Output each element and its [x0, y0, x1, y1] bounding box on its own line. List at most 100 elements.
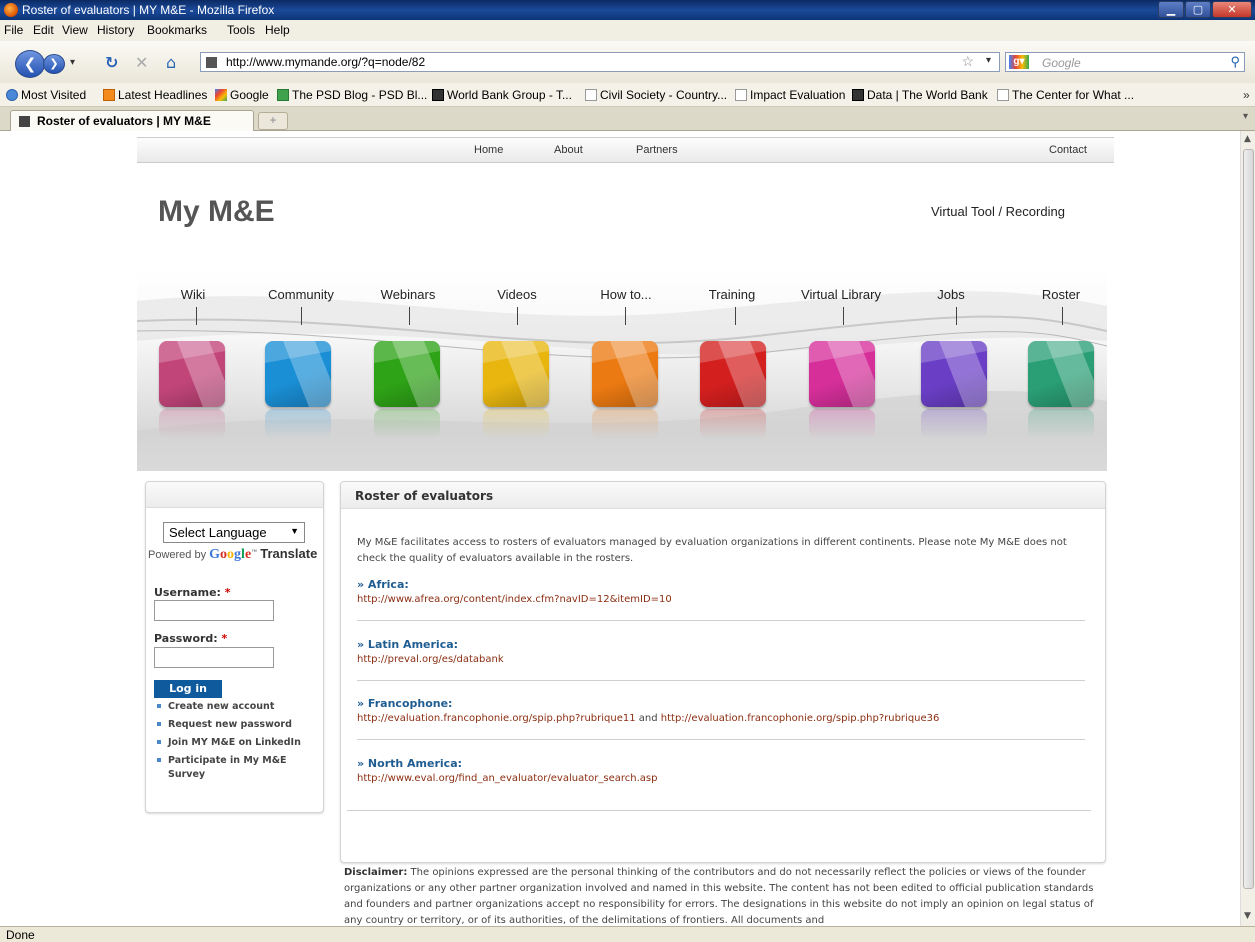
nav-contact-link[interactable]: Contact: [1049, 144, 1087, 156]
menu-file[interactable]: File: [4, 23, 23, 37]
menu-history[interactable]: History: [97, 23, 134, 37]
connector-line: [409, 307, 410, 325]
address-bar[interactable]: http://www.mymande.org/?q=node/82 ☆ ▾: [200, 52, 1000, 72]
region-link[interactable]: http://www.eval.org/find_an_evaluator/ev…: [357, 773, 1085, 784]
language-select[interactable]: Select Language ▼: [163, 522, 305, 543]
status-text: Done: [6, 928, 35, 942]
username-input[interactable]: [154, 600, 274, 621]
menu-edit[interactable]: Edit: [33, 23, 54, 37]
linkedin-link[interactable]: Join MY M&E on LinkedIn: [157, 736, 318, 750]
powered-by-label: Powered by: [148, 549, 207, 561]
google-search-engine-icon[interactable]: g▾: [1009, 55, 1029, 69]
wiki-cube-icon[interactable]: [159, 341, 225, 407]
nav-partners-link[interactable]: Partners: [636, 144, 678, 156]
category-videos-label[interactable]: Videos: [462, 287, 572, 302]
bookmark-data-world-bank[interactable]: Data | The World Bank: [852, 88, 988, 102]
nav-home-link[interactable]: Home: [474, 144, 503, 156]
region-link[interactable]: http://www.afrea.org/content/index.cfm?n…: [357, 594, 1085, 605]
tab-list-icon[interactable]: ▾: [1243, 111, 1248, 122]
connector-line: [301, 307, 302, 325]
menu-help[interactable]: Help: [265, 23, 290, 37]
bullet-icon: [157, 740, 161, 744]
create-account-link[interactable]: Create new account: [157, 700, 318, 714]
tab-favicon-icon: [19, 116, 30, 127]
bookmark-civil-society[interactable]: Civil Society - Country...: [585, 88, 727, 102]
menu-tools[interactable]: Tools: [227, 23, 255, 37]
bookmark-google[interactable]: Google: [215, 88, 269, 102]
menu-view[interactable]: View: [62, 23, 88, 37]
nav-about-link[interactable]: About: [554, 144, 583, 156]
connector-line: [196, 307, 197, 325]
category-community-label[interactable]: Community: [246, 287, 356, 302]
howto-cube-icon[interactable]: [592, 341, 658, 407]
close-window-button[interactable]: ✕: [1212, 1, 1252, 18]
category-training-label[interactable]: Training: [677, 287, 787, 302]
bookmark-star-icon[interactable]: ☆: [961, 53, 974, 70]
magnifier-icon: [6, 89, 18, 101]
reload-icon[interactable]: ↻: [105, 53, 118, 72]
bookmark-impact-evaluation[interactable]: Impact Evaluation: [735, 88, 845, 102]
password-input[interactable]: [154, 647, 274, 668]
sidebar-header: [146, 482, 323, 508]
bookmark-psd-blog[interactable]: The PSD Blog - PSD Bl...: [277, 88, 427, 102]
maximize-button[interactable]: ▢: [1185, 1, 1211, 18]
content-header: Roster of evaluators: [341, 482, 1105, 509]
forward-button[interactable]: ❯: [43, 54, 65, 74]
site-favicon-icon: [206, 57, 217, 68]
videos-cube-icon[interactable]: [483, 341, 549, 407]
region-links: http://evaluation.francophonie.org/spip.…: [357, 713, 1085, 724]
stop-icon[interactable]: ✕: [135, 53, 148, 72]
virtual-library-cube-icon[interactable]: [809, 341, 875, 407]
menu-bookmarks[interactable]: Bookmarks: [147, 23, 207, 37]
training-cube-icon[interactable]: [700, 341, 766, 407]
google-logo: Google: [209, 547, 252, 562]
tab-roster-of-evaluators[interactable]: Roster of evaluators | MY M&E: [10, 110, 254, 131]
region-africa: » Africa: http://www.afrea.org/content/i…: [357, 578, 1085, 621]
webinars-cube-icon[interactable]: [374, 341, 440, 407]
region-link-2[interactable]: http://evaluation.francophonie.org/spip.…: [661, 713, 940, 724]
back-button[interactable]: ❮: [15, 50, 45, 78]
jobs-cube-icon[interactable]: [921, 341, 987, 407]
vertical-scrollbar[interactable]: ▲ ▼: [1240, 131, 1255, 926]
google-icon: [215, 89, 227, 101]
roster-cube-icon[interactable]: [1028, 341, 1094, 407]
history-dropdown-icon[interactable]: ▾: [70, 57, 75, 68]
region-link[interactable]: http://preval.org/es/databank: [357, 654, 1085, 665]
search-placeholder[interactable]: Google: [1042, 56, 1081, 70]
bookmark-center-for-what[interactable]: The Center for What ...: [997, 88, 1134, 102]
search-bar[interactable]: g▾ Google ⚲: [1005, 52, 1245, 72]
bookmark-latest-headlines[interactable]: Latest Headlines: [103, 88, 207, 102]
request-password-link[interactable]: Request new password: [157, 718, 318, 732]
url-text[interactable]: http://www.mymande.org/?q=node/82: [226, 55, 425, 69]
page-icon: [997, 89, 1009, 101]
bookmark-most-visited[interactable]: Most Visited: [6, 88, 86, 102]
survey-link[interactable]: Participate in My M&E Survey: [157, 754, 318, 782]
login-button[interactable]: Log in: [154, 680, 222, 698]
minimize-button[interactable]: ▁: [1158, 1, 1184, 18]
home-icon[interactable]: ⌂: [166, 53, 176, 72]
category-wiki-label[interactable]: Wiki: [138, 287, 248, 302]
cube-reflection: [809, 409, 875, 439]
scroll-down-icon[interactable]: ▼: [1244, 911, 1251, 921]
region-francophone: » Francophone: http://evaluation.francop…: [357, 697, 1085, 740]
powered-by-google-translate[interactable]: Powered by Google™ Translate: [148, 546, 317, 563]
scrollbar-thumb[interactable]: [1243, 149, 1254, 889]
site-logo[interactable]: My M&E: [158, 195, 275, 229]
cube-reflection: [921, 409, 987, 439]
search-icon[interactable]: ⚲: [1230, 54, 1240, 70]
region-link[interactable]: http://evaluation.francophonie.org/spip.…: [357, 713, 636, 724]
new-tab-button[interactable]: +: [258, 112, 288, 130]
status-bar: Done: [0, 926, 1255, 942]
url-dropdown-icon[interactable]: ▾: [986, 55, 991, 66]
cube-reflection: [592, 409, 658, 439]
community-cube-icon[interactable]: [265, 341, 331, 407]
category-roster-label[interactable]: Roster: [1006, 287, 1116, 302]
bookmark-world-bank-group[interactable]: World Bank Group - T...: [432, 88, 572, 102]
bookmarks-overflow-icon[interactable]: »: [1243, 88, 1250, 102]
category-virtual-library-label[interactable]: Virtual Library: [786, 287, 896, 302]
category-jobs-label[interactable]: Jobs: [896, 287, 1006, 302]
category-howto-label[interactable]: How to...: [571, 287, 681, 302]
region-latin-america: » Latin America: http://preval.org/es/da…: [357, 638, 1085, 681]
category-webinars-label[interactable]: Webinars: [353, 287, 463, 302]
scroll-up-icon[interactable]: ▲: [1244, 134, 1251, 144]
